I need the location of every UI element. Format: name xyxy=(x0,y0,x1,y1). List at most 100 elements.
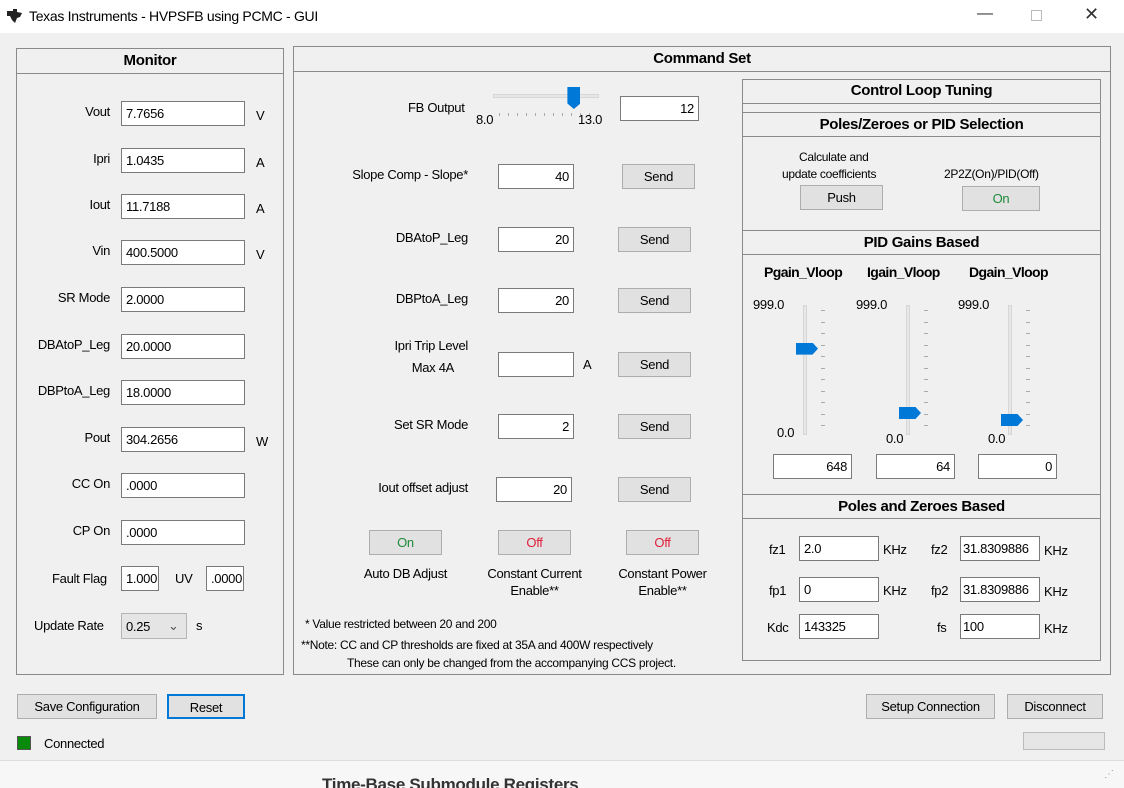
slider-tick xyxy=(924,310,928,311)
save-configuration-button[interactable]: Save Configuration xyxy=(17,694,157,719)
uv-field[interactable]: .0000 xyxy=(206,566,244,591)
monitor-label: Vin xyxy=(92,243,110,258)
slider-tick xyxy=(924,379,928,380)
send-button[interactable]: Send xyxy=(618,227,691,252)
close-button[interactable]: ✕ xyxy=(1084,5,1099,23)
note-3: These can only be changed from the accom… xyxy=(347,656,676,670)
gain-value-field[interactable]: 648 xyxy=(773,454,852,479)
fault-flag-label: Fault Flag xyxy=(52,571,107,586)
fault-flag-field[interactable]: 1.000 xyxy=(121,566,159,591)
toggle-label: Constant Power xyxy=(618,566,707,581)
send-button[interactable]: Send xyxy=(618,414,691,439)
slider-tick xyxy=(1026,356,1030,357)
monitor-value-field[interactable]: 7.7656 xyxy=(121,101,245,126)
gain-slider[interactable] xyxy=(803,305,807,435)
update-rate-label: Update Rate xyxy=(34,618,104,633)
command-value-field[interactable]: 2 xyxy=(498,414,574,439)
fb-output-field[interactable]: 12 xyxy=(620,96,699,121)
monitor-value-field[interactable]: 18.0000 xyxy=(121,380,245,405)
fz2-field[interactable]: 31.8309886 xyxy=(960,536,1040,561)
fp2-label: fp2 xyxy=(931,583,949,598)
monitor-unit: A xyxy=(256,201,265,216)
toggle-button[interactable]: Off xyxy=(498,530,571,555)
monitor-label: CP On xyxy=(72,523,111,538)
title-bar: Texas Instruments - HVPSFB using PCMC - … xyxy=(0,0,1124,33)
command-label: DBPtoA_Leg xyxy=(395,291,468,306)
minimize-button[interactable]: — xyxy=(977,6,993,22)
gain-label: Igain_Vloop xyxy=(867,264,940,280)
monitor-label: DBPtoA_Leg xyxy=(37,383,110,398)
mode-label: 2P2Z(On)/PID(Off) xyxy=(944,167,1039,181)
monitor-value-field[interactable]: 2.0000 xyxy=(121,287,245,312)
command-value-field[interactable] xyxy=(498,352,574,377)
command-label: Ipri Trip Level xyxy=(394,338,468,353)
monitor-value-field[interactable]: .0000 xyxy=(121,473,245,498)
slider-tick xyxy=(924,402,928,403)
fs-field[interactable]: 100 xyxy=(960,614,1040,639)
slider-tick xyxy=(821,333,825,334)
send-button[interactable]: Send xyxy=(618,288,691,313)
gain-value-field[interactable]: 64 xyxy=(876,454,955,479)
fb-output-max: 13.0 xyxy=(578,112,603,127)
fz1-label: fz1 xyxy=(769,542,786,557)
send-button[interactable]: Send xyxy=(622,164,695,189)
gain-max: 999.0 xyxy=(958,297,990,312)
gain-min: 0.0 xyxy=(988,431,1006,446)
disconnect-button[interactable]: Disconnect xyxy=(1007,694,1103,719)
slider-tick xyxy=(924,321,928,323)
fp2-field[interactable]: 31.8309886 xyxy=(960,577,1040,602)
monitor-value-field[interactable]: 304.2656 xyxy=(121,427,245,452)
kdc-field[interactable]: 143325 xyxy=(799,614,879,639)
slider-tick xyxy=(821,402,825,403)
monitor-value-field[interactable]: 11.7188 xyxy=(121,194,245,219)
toggle-button[interactable]: Off xyxy=(626,530,699,555)
push-button[interactable]: Push xyxy=(800,185,883,210)
command-value-field[interactable]: 40 xyxy=(498,164,574,189)
toggle-button[interactable]: On xyxy=(369,530,442,555)
pid-title: PID Gains Based xyxy=(743,230,1100,255)
slider-tick xyxy=(821,379,825,380)
setup-connection-button[interactable]: Setup Connection xyxy=(866,694,995,719)
monitor-title: Monitor xyxy=(17,49,283,74)
slider-tick xyxy=(544,113,545,116)
fp1-field[interactable]: 0 xyxy=(799,577,879,602)
slider-tick xyxy=(1026,390,1030,392)
slider-tick xyxy=(1026,402,1030,403)
resize-grip-icon[interactable]: ⋰ xyxy=(1104,767,1114,783)
command-value-field[interactable]: 20 xyxy=(498,288,574,313)
monitor-value-field[interactable]: 20.0000 xyxy=(121,334,245,359)
command-value-field[interactable]: 20 xyxy=(498,227,574,252)
slider-tick xyxy=(1026,413,1030,415)
control-loop-tuning-title: Control Loop Tuning xyxy=(743,79,1100,104)
gain-max: 999.0 xyxy=(856,297,888,312)
reset-button[interactable]: Reset xyxy=(167,694,245,719)
slider-tick xyxy=(821,390,825,392)
slider-tick xyxy=(821,413,825,415)
send-button[interactable]: Send xyxy=(618,477,691,502)
slider-tick xyxy=(821,425,825,426)
command-value-field[interactable]: 20 xyxy=(496,477,572,502)
slider-tick xyxy=(1026,321,1030,323)
monitor-value-field[interactable]: 400.5000 xyxy=(121,240,245,265)
fp2-unit: KHz xyxy=(1044,584,1068,599)
monitor-label: DBAtoP_Leg xyxy=(37,337,110,352)
connection-led-icon xyxy=(17,736,31,750)
mode-toggle-button[interactable]: On xyxy=(962,186,1040,211)
slider-tick xyxy=(821,321,825,323)
fb-output-slider[interactable] xyxy=(493,94,599,98)
maximize-button[interactable] xyxy=(1031,10,1042,21)
gain-value-field[interactable]: 0 xyxy=(978,454,1057,479)
update-rate-value: 0.25 xyxy=(126,619,151,634)
slider-tick xyxy=(553,113,554,116)
command-label: Set SR Mode xyxy=(393,417,468,432)
fb-output-min: 8.0 xyxy=(476,112,494,127)
monitor-value-field[interactable]: 1.0435 xyxy=(121,148,245,173)
fz1-field[interactable]: 2.0 xyxy=(799,536,879,561)
slider-tick xyxy=(1026,333,1030,334)
slider-tick xyxy=(508,113,509,116)
send-button[interactable]: Send xyxy=(618,352,691,377)
monitor-value-field[interactable]: .0000 xyxy=(121,520,245,545)
fs-unit: KHz xyxy=(1044,621,1068,636)
command-label: DBAtoP_Leg xyxy=(395,230,468,245)
update-rate-select[interactable]: 0.25 ⌄ xyxy=(121,613,187,639)
